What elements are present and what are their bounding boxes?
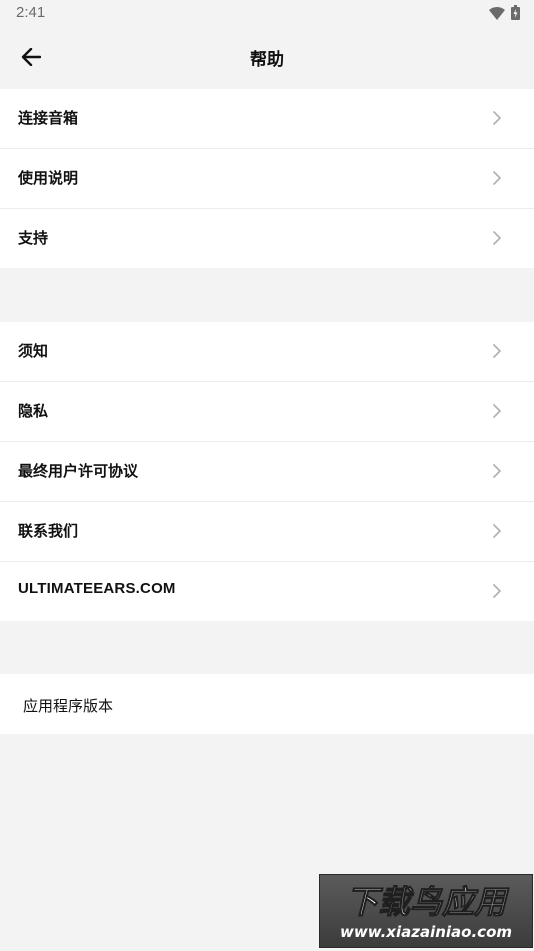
page-title: 帮助 [250, 50, 284, 70]
watermark-logo: 下载鸟应用 www.xiazainiao.com [319, 874, 533, 948]
chevron-right-icon [490, 343, 504, 359]
status-bar: 2:41 [0, 0, 534, 28]
menu-item-support[interactable]: 支持 [0, 209, 534, 268]
app-bar: 帮助 [0, 28, 534, 88]
menu-item-label: 使用说明 [18, 169, 79, 187]
chevron-right-icon [490, 463, 504, 479]
help-group-legal: 须知 隐私 最终用户许可协议 联系我们 ULTIMATEEARS.COM [0, 322, 534, 621]
menu-item-label: 连接音箱 [18, 109, 79, 127]
menu-item-website[interactable]: ULTIMATEEARS.COM [0, 562, 534, 621]
menu-item-label: 须知 [18, 342, 49, 360]
watermark-title: 下载鸟应用 [346, 883, 510, 921]
status-time: 2:41 [16, 4, 46, 21]
chevron-right-icon [490, 110, 504, 126]
chevron-right-icon [490, 523, 504, 539]
chevron-right-icon [490, 583, 504, 599]
battery-icon [511, 5, 520, 24]
app-version-label: 应用程序版本 [23, 697, 114, 715]
menu-item-label: 最终用户许可协议 [18, 462, 139, 480]
menu-item-notice[interactable]: 须知 [0, 322, 534, 382]
watermark-url: www.xiazainiao.com [340, 923, 512, 941]
menu-item-label: ULTIMATEEARS.COM [18, 580, 176, 597]
menu-item-eula[interactable]: 最终用户许可协议 [0, 442, 534, 502]
help-group-primary: 连接音箱 使用说明 支持 [0, 89, 534, 268]
menu-item-contact-us[interactable]: 联系我们 [0, 502, 534, 562]
menu-item-connect-speaker[interactable]: 连接音箱 [0, 89, 534, 149]
menu-item-label: 支持 [18, 229, 49, 247]
status-icons [489, 5, 520, 24]
menu-item-label: 隐私 [18, 402, 49, 420]
menu-item-label: 联系我们 [18, 522, 79, 540]
app-version-section: 应用程序版本 [0, 674, 534, 734]
watermark-logo-image: 下载鸟应用 www.xiazainiao.com [340, 883, 512, 942]
chevron-right-icon [490, 403, 504, 419]
wifi-icon [489, 5, 505, 24]
chevron-right-icon [490, 170, 504, 186]
menu-item-instructions[interactable]: 使用说明 [0, 149, 534, 209]
menu-item-privacy[interactable]: 隐私 [0, 382, 534, 442]
chevron-right-icon [490, 230, 504, 246]
